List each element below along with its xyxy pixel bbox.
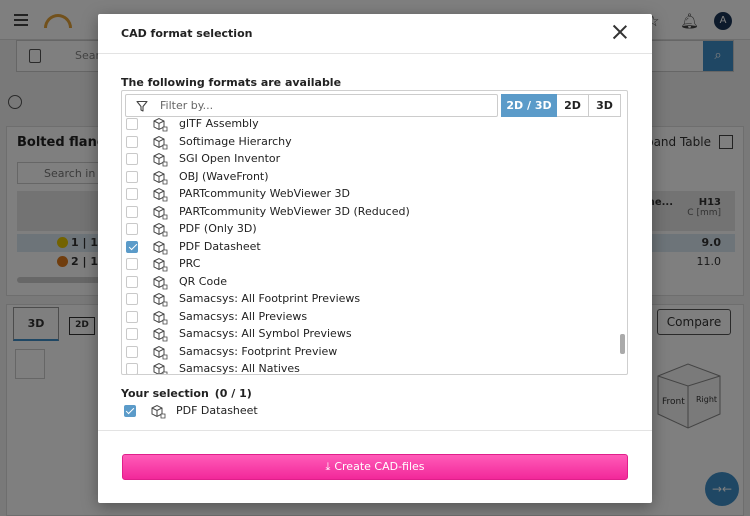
- format-name: Samacsys: All Previews: [179, 309, 308, 323]
- dimension-toggle: 2D / 3D 2D 3D: [501, 94, 621, 117]
- format-name: PARTcommunity WebViewer 3D (Reduced): [179, 204, 410, 218]
- create-button-label: Create CAD-files: [334, 460, 425, 473]
- footer-divider: [98, 430, 652, 431]
- format-list-item[interactable]: glTF Assembly: [122, 116, 621, 134]
- selected-item-checkbox[interactable]: [124, 405, 136, 417]
- download-icon: ⤓: [325, 460, 331, 473]
- format-name: PARTcommunity WebViewer 3D: [179, 187, 351, 200]
- format-list-item[interactable]: Samacsys: All Footprint Previews: [122, 291, 621, 309]
- create-cad-files-button[interactable]: ⤓ Create CAD-files: [122, 454, 628, 480]
- selected-item: PDF Datasheet: [121, 403, 621, 420]
- toggle-2d[interactable]: 2D: [557, 94, 589, 117]
- format-name: Softimage Hierarchy: [179, 134, 292, 148]
- format-name: Samacsys: All Footprint Previews: [179, 292, 361, 305]
- format-name: PRC: [179, 257, 201, 270]
- format-checkbox[interactable]: [126, 363, 138, 374]
- format-list-item[interactable]: Samacsys: All Natives: [122, 361, 621, 375]
- cad-cube-icon: [153, 257, 168, 272]
- format-checkbox[interactable]: [126, 240, 138, 253]
- format-name: glTF Assembly: [179, 117, 259, 130]
- format-list-item[interactable]: PARTcommunity WebViewer 3D: [122, 186, 621, 204]
- format-name: Samacsys: All Symbol Previews: [179, 327, 352, 340]
- format-checkbox[interactable]: [126, 258, 138, 270]
- format-list-item[interactable]: Softimage Hierarchy: [122, 134, 621, 152]
- toggle-3d[interactable]: 3D: [589, 94, 621, 117]
- format-name: SGI Open Inventor: [179, 152, 281, 165]
- cad-cube-icon: [153, 292, 168, 307]
- format-list: glTF Assembly Softimage Hierarchy SGI Open…: [122, 116, 621, 375]
- format-checkbox[interactable]: [126, 153, 138, 165]
- format-checkbox[interactable]: [126, 345, 138, 358]
- format-list-box: 2D / 3D2D3D glTF Assembly Softimage Hiera…: [121, 90, 628, 375]
- format-list-item[interactable]: PDF (Only 3D): [122, 221, 621, 239]
- cad-cube-icon: [153, 275, 168, 289]
- format-list-item[interactable]: PARTcommunity WebViewer 3D (Reduced): [122, 204, 621, 222]
- cad-cube-icon: [153, 310, 168, 324]
- cad-cube-icon: [153, 187, 168, 202]
- format-list-item[interactable]: SGI Open Inventor: [122, 151, 621, 169]
- format-list-item[interactable]: Samacsys: All Previews: [122, 309, 621, 327]
- format-list-item[interactable]: OBJ (WaveFront): [122, 169, 621, 187]
- format-checkbox[interactable]: [126, 170, 138, 183]
- cad-cube-icon: [153, 205, 168, 219]
- list-scrollbar[interactable]: [620, 118, 626, 374]
- format-list-item[interactable]: QR Code: [122, 274, 621, 292]
- filter-field[interactable]: [125, 94, 498, 117]
- format-name: PDF Datasheet: [179, 239, 261, 253]
- cad-cube-icon: [153, 240, 168, 254]
- selection-label: Your selection (0 / 1): [121, 387, 252, 400]
- format-checkbox[interactable]: [126, 135, 138, 148]
- format-checkbox[interactable]: [126, 223, 138, 235]
- format-list-item[interactable]: Samacsys: Footprint Preview: [122, 344, 621, 362]
- format-list-item[interactable]: PDF Datasheet: [122, 239, 621, 257]
- scrollbar-thumb[interactable]: [620, 334, 625, 354]
- cad-cube-icon: [153, 222, 168, 237]
- format-checkbox[interactable]: [126, 188, 138, 200]
- cad-format-dialog: CAD format selection The following forma…: [98, 14, 652, 503]
- dialog-title: CAD format selection: [121, 27, 253, 40]
- format-checkbox[interactable]: [126, 205, 138, 218]
- format-list-item[interactable]: PRC: [122, 256, 621, 274]
- format-checkbox[interactable]: [126, 275, 138, 288]
- filter-input[interactable]: [160, 97, 490, 114]
- format-name: OBJ (WaveFront): [179, 169, 269, 183]
- available-formats-label: The following formats are available: [121, 76, 342, 89]
- cad-cube-icon: [153, 152, 168, 167]
- selection-title: Your selection: [121, 387, 209, 400]
- format-name: QR Code: [179, 274, 227, 288]
- format-name: Samacsys: All Natives: [179, 362, 300, 375]
- format-checkbox[interactable]: [126, 293, 138, 305]
- cad-cube-icon: [153, 362, 168, 374]
- format-checkbox[interactable]: [126, 118, 138, 130]
- selected-item-name: PDF Datasheet: [176, 404, 258, 417]
- dialog-header: CAD format selection: [98, 14, 652, 54]
- cad-cube-icon: [153, 327, 168, 342]
- close-icon[interactable]: [612, 24, 628, 40]
- cad-cube-icon: [153, 135, 168, 149]
- cad-cube-icon: [151, 404, 166, 419]
- filter-icon: [136, 100, 148, 112]
- selection-count: (0 / 1): [214, 387, 252, 400]
- cad-cube-icon: [153, 345, 168, 359]
- format-name: Samacsys: Footprint Preview: [179, 344, 338, 358]
- cad-cube-icon: [153, 117, 168, 132]
- format-list-item[interactable]: Samacsys: All Symbol Previews: [122, 326, 621, 344]
- format-name: PDF (Only 3D): [179, 222, 257, 235]
- format-checkbox[interactable]: [126, 310, 138, 323]
- toggle-2d-3d[interactable]: 2D / 3D: [501, 94, 557, 117]
- format-checkbox[interactable]: [126, 328, 138, 340]
- cad-cube-icon: [153, 170, 168, 184]
